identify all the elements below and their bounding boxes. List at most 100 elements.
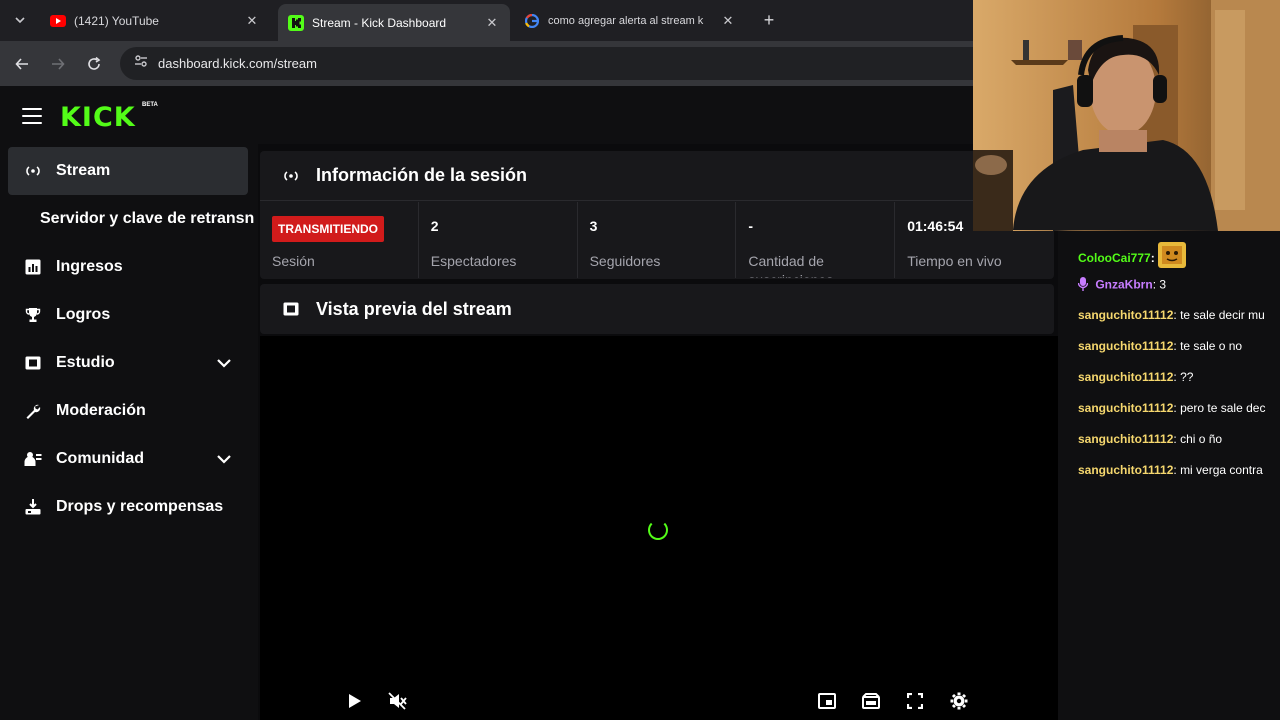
panel-title: Vista previa del stream — [316, 298, 512, 319]
chat-text: pero te sale dec — [1180, 401, 1266, 415]
tab-title: (1421) YouTube — [74, 14, 159, 28]
stream-preview-header: Vista previa del stream — [260, 284, 1054, 334]
sidebar-item-logros[interactable]: Logros — [8, 291, 248, 339]
sidebar-item-moderacion[interactable]: Moderación — [8, 387, 248, 435]
stat-session: TRANSMITIENDO Sesión — [260, 202, 419, 278]
close-tab-icon[interactable]: ✕ — [244, 13, 260, 29]
emote-icon — [1158, 242, 1187, 268]
reload-icon[interactable] — [82, 52, 106, 76]
back-icon[interactable] — [10, 52, 34, 76]
microphone-badge-icon — [1077, 277, 1092, 294]
tab-search-icon[interactable] — [8, 8, 32, 32]
browser-tab-youtube[interactable]: (1421) YouTube ✕ — [40, 6, 270, 36]
browser-tab-google[interactable]: como agregar alerta al stream k ✕ — [514, 6, 746, 36]
chat-message: GnzaKbrn: 3 — [1077, 277, 1167, 294]
tab-title: Stream - Kick Dashboard — [312, 15, 447, 30]
stream-preview-panel: Vista previa del stream — [260, 284, 1054, 334]
chat-text: mi verga contra — [1180, 463, 1263, 477]
chat-username[interactable]: sanguchito11112 — [1078, 370, 1173, 384]
chat-message: sanguchito11112: ?? — [1078, 370, 1194, 384]
play-icon[interactable] — [344, 690, 366, 712]
close-tab-icon[interactable]: ✕ — [720, 13, 736, 29]
forward-icon[interactable] — [46, 52, 70, 76]
site-settings-icon[interactable] — [134, 54, 148, 73]
drops-icon — [24, 498, 42, 516]
chevron-down-icon[interactable] — [216, 451, 232, 472]
stat-value: 3 — [589, 218, 598, 234]
chat-username[interactable]: sanguchito11112 — [1078, 463, 1173, 477]
sidebar-item-label: Ingresos — [56, 258, 123, 275]
sidebar-item-estudio[interactable]: Estudio — [8, 339, 248, 387]
sidebar-item-label: Drops y recompensas — [56, 498, 224, 515]
stat-label: Tiempo en vivo — [907, 253, 1002, 269]
stat-label: Espectadores — [430, 253, 517, 269]
kick-logo[interactable]: KICK — [60, 102, 136, 133]
stat-label: Seguidores — [589, 253, 661, 269]
browser-tab-kick[interactable]: Stream - Kick Dashboard ✕ — [278, 4, 510, 41]
close-tab-icon[interactable]: ✕ — [484, 15, 500, 31]
stat-value: - — [748, 218, 754, 234]
menu-icon[interactable] — [22, 108, 42, 124]
chat-username[interactable]: GnzaKbrn — [1095, 278, 1152, 292]
sidebar-item-stream[interactable]: Stream — [8, 147, 248, 195]
chat-username[interactable]: sanguchito11112 — [1078, 308, 1173, 322]
settings-gear-icon[interactable] — [948, 690, 970, 712]
broadcast-icon — [24, 162, 42, 180]
sidebar-item-label: Stream — [56, 162, 111, 179]
picture-in-picture-icon[interactable] — [816, 690, 838, 712]
chat-text: ?? — [1180, 370, 1194, 384]
chat-message: sanguchito11112: chi o ño — [1078, 432, 1223, 446]
chat-username[interactable]: sanguchito11112 — [1078, 401, 1173, 415]
stat-label: Sesión — [272, 253, 315, 269]
session-info-panel: Información de la sesión TRANSMITIENDO S… — [260, 151, 1054, 279]
broadcast-icon — [282, 169, 300, 183]
chat-message: sanguchito11112: te sale o no — [1078, 339, 1243, 353]
youtube-icon — [50, 13, 66, 29]
tab-title: como agregar alerta al stream k — [548, 15, 704, 27]
trophy-icon — [24, 306, 42, 324]
stat-followers: 3 Seguidores — [578, 202, 737, 278]
chat-text: te sale o no — [1180, 339, 1243, 353]
beta-badge: BETA — [142, 102, 158, 108]
chevron-down-icon[interactable] — [216, 355, 232, 376]
chart-icon — [24, 258, 42, 276]
live-status-badge: TRANSMITIENDO — [272, 216, 384, 242]
sidebar-item-label: Moderación — [56, 402, 146, 419]
url-text: dashboard.kick.com/stream — [158, 56, 317, 71]
chat-text: te sale decir mu — [1180, 308, 1265, 322]
chat-username[interactable]: sanguchito11112 — [1078, 339, 1173, 353]
community-icon — [24, 450, 42, 468]
sidebar-item-label: Logros — [56, 306, 111, 323]
google-icon — [524, 13, 540, 29]
stat-subscriptions: - Cantidad de suscripciones — [736, 202, 896, 278]
chat-message: sanguchito11112: pero te sale dec — [1078, 401, 1266, 415]
chat-message: sanguchito11112: mi verga contra — [1078, 463, 1263, 477]
studio-icon — [24, 354, 42, 372]
fullscreen-icon[interactable] — [904, 690, 926, 712]
sidebar-item-drops[interactable]: Drops y recompensas — [8, 483, 248, 531]
stat-label: Cantidad de suscripciones — [748, 253, 833, 278]
new-tab-icon[interactable]: + — [758, 8, 780, 32]
sidebar-subitem-stream-key[interactable]: Servidor y clave de retransn — [40, 210, 254, 228]
stream-preview-player[interactable] — [260, 336, 1058, 720]
sidebar-item-comunidad[interactable]: Comunidad — [8, 435, 248, 483]
webcam-overlay — [973, 0, 1280, 231]
sidebar-item-ingresos[interactable]: Ingresos — [8, 243, 248, 291]
chat-text: chi o ño — [1180, 432, 1223, 446]
chat-username[interactable]: sanguchito11112 — [1078, 432, 1173, 446]
chat-panel: ColooCai777: GnzaKbrn: 3 sanguchito11112… — [1058, 230, 1280, 720]
loading-spinner-icon — [648, 520, 668, 540]
kick-icon — [288, 14, 304, 31]
chat-username[interactable]: ColooCai777 — [1078, 251, 1151, 265]
theater-mode-icon[interactable] — [860, 690, 882, 712]
muted-icon[interactable] — [387, 690, 409, 712]
panel-title: Información de la sesión — [316, 165, 528, 185]
chat-text: 3 — [1159, 277, 1167, 292]
sidebar: Stream Servidor y clave de retransn Ingr… — [0, 144, 258, 720]
session-info-header: Información de la sesión — [260, 151, 1054, 201]
stat-value: 2 — [430, 218, 439, 234]
chat-message: ColooCai777: — [1078, 242, 1187, 272]
sidebar-item-label: Comunidad — [56, 450, 144, 467]
sidebar-item-label: Estudio — [56, 354, 115, 371]
chat-message: sanguchito11112: te sale decir mu — [1078, 308, 1265, 322]
